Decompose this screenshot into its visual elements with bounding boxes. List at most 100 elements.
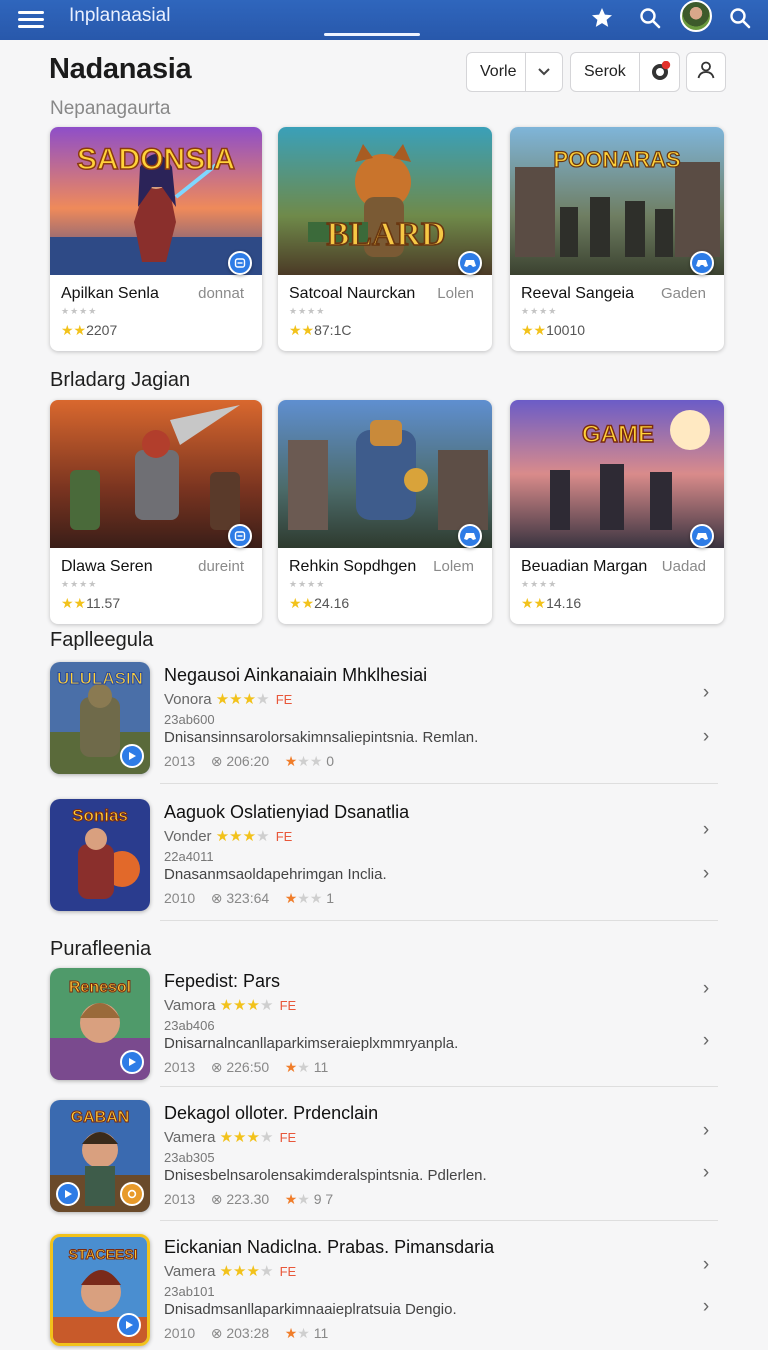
section-title: Faplleegula — [50, 629, 154, 651]
user-avatar[interactable] — [680, 0, 712, 32]
game-artwork — [278, 400, 492, 548]
star-empty: ★ — [259, 1263, 274, 1280]
rating-number: 0 — [326, 753, 335, 769]
list-item[interactable]: Renesol Fepedist: Pars Vamora ★★★★ FE 23… — [50, 968, 718, 1084]
chevron-right-icon[interactable]: › — [698, 1030, 714, 1052]
game-card[interactable]: Rehkin Sopdhgen Lolem ★★★★ ★★24.16 — [278, 400, 492, 624]
sort-control[interactable]: Serok — [570, 52, 680, 92]
card-title: Rehkin Sopdhgen — [289, 558, 417, 575]
chevron-right-icon[interactable]: › — [698, 1162, 714, 1184]
play-icon[interactable] — [56, 1182, 80, 1206]
chevron-right-icon[interactable]: › — [698, 682, 714, 704]
rating-count: 2207 — [86, 322, 118, 338]
clock-icon: ⊗ — [210, 890, 223, 906]
controller-icon — [458, 524, 482, 548]
rating-star: ★ — [284, 890, 298, 906]
section-title: Purafleenia — [50, 938, 152, 960]
controller-icon — [690, 524, 714, 548]
category-dropdown[interactable]: Vorle — [466, 52, 563, 92]
game-card[interactable]: POONARAS Reeval Sangeia Gaden ★★★★ ★★100… — [510, 127, 724, 351]
item-description: Dnisansinnsarolorsakimnsaliepintsnia. Re… — [164, 729, 479, 746]
meta-label: Vonder — [164, 828, 212, 845]
meta-label: Vamera — [164, 1129, 216, 1146]
page-subtitle: Nepanagaurta — [50, 98, 171, 119]
thumbnail-text: Renesol — [69, 979, 131, 996]
hamburger-menu-icon[interactable] — [18, 8, 44, 32]
rating-stars: ★★ — [289, 595, 315, 611]
list-item[interactable]: STACEESI Eickanian Nadiclna. Prabas. Pim… — [50, 1234, 718, 1350]
gear-icon[interactable] — [120, 1182, 144, 1206]
star-rating: ★★★ — [219, 1263, 260, 1280]
item-code: 22a4011 — [164, 849, 214, 864]
search-icon[interactable] — [725, 3, 755, 33]
item-meta: Vonora ★★★★ FE — [164, 690, 292, 708]
artwork-text: POONARAS — [553, 147, 680, 172]
item-description: Dnisesbelnsarolensakimderalspintsnia. Pd… — [164, 1167, 487, 1184]
list-item[interactable]: GABAN Dekagol olloter. Prdenclain Vamera… — [50, 1100, 718, 1216]
item-description: Dnisarnalncanllaparkimseraieplxmmryanpla… — [164, 1035, 459, 1052]
search-icon[interactable] — [635, 3, 665, 33]
chevron-right-icon[interactable]: › — [698, 1296, 714, 1318]
divider — [160, 1220, 718, 1221]
thumbnail-text: GABAN — [71, 1109, 130, 1126]
play-icon[interactable] — [120, 1050, 144, 1074]
rating-stars: ★★ — [61, 595, 87, 611]
chevron-right-icon[interactable]: › — [698, 726, 714, 748]
divider — [160, 920, 718, 921]
chevron-right-icon[interactable]: › — [698, 819, 714, 841]
card-tag: donnat — [198, 285, 244, 302]
thumbnail-text: Sonias — [72, 806, 128, 825]
game-thumbnail: STACEESI — [50, 1234, 150, 1346]
fe-badge: FE — [279, 1264, 297, 1279]
card-tag: Lolen — [437, 285, 474, 302]
item-footer: 2010 ⊗ 203:28 ★★ 11 — [164, 1325, 328, 1342]
card-title: Dlawa Seren — [61, 558, 153, 575]
drag-handle — [324, 33, 420, 36]
rating-number: 1 — [326, 890, 335, 906]
game-thumbnail: ULULASIN — [50, 662, 150, 774]
rating-stars: ★★ — [289, 322, 315, 338]
game-artwork: GAME — [510, 400, 724, 548]
meta-label: Vonora — [164, 691, 212, 708]
item-footer: 2013 ⊗ 223.30 ★★ 9 7 — [164, 1191, 333, 1208]
card-title: Apilkan Senla — [61, 285, 159, 302]
chevron-right-icon[interactable]: › — [698, 978, 714, 1000]
item-year: 2013 — [164, 1059, 196, 1075]
item-time: 323:64 — [226, 890, 270, 906]
card-tag: dureint — [198, 558, 244, 575]
star-rating: ★★★ — [215, 828, 257, 845]
game-card[interactable]: SADONSIA Apilkan Senla donnat ★★★★ ★★220… — [50, 127, 262, 351]
star-icon[interactable] — [587, 3, 617, 33]
game-artwork: POONARAS — [510, 127, 724, 275]
play-icon[interactable] — [117, 1313, 141, 1337]
item-title: Negausoi Ainkanaiain Mhklhesiai — [164, 665, 428, 685]
item-year: 2013 — [164, 753, 196, 769]
chevron-right-icon[interactable]: › — [698, 863, 714, 885]
list-item[interactable]: ULULASIN Negausoi Ainkanaiain Mhklhesiai… — [50, 662, 718, 778]
page-title: Nadanasia — [49, 53, 192, 85]
play-icon[interactable] — [120, 744, 144, 768]
list-item[interactable]: Sonias Aaguok Oslatienyiad Dsanatlia Von… — [50, 799, 718, 915]
profile-button[interactable] — [686, 52, 726, 92]
game-card[interactable]: GAME Beuadian Margan Uadad ★★★★ ★★14.16 — [510, 400, 724, 624]
game-thumbnail: Sonias — [50, 799, 150, 911]
chevron-right-icon[interactable]: › — [698, 1254, 714, 1276]
item-title: Fepedist: Pars — [164, 971, 281, 991]
rating-star: ★ — [284, 1191, 298, 1207]
chevron-right-icon[interactable]: › — [698, 1120, 714, 1142]
game-card[interactable]: BLARD Satcoal Naurckan Lolen ★★★★ ★★87:1… — [278, 127, 492, 351]
game-card[interactable]: Dlawa Seren dureint ★★★★ ★★11.57 — [50, 400, 262, 624]
section-title: Brladarg Jagian — [50, 369, 191, 391]
app-title: Inplanaasial — [69, 5, 171, 26]
game-artwork — [50, 400, 262, 548]
item-code: 23ab406 — [164, 1018, 215, 1033]
card-tag: Gaden — [660, 285, 706, 302]
star-rating: ★★★ — [219, 1129, 260, 1146]
clock-icon: ⊗ — [210, 1325, 223, 1341]
rating-stars: ★★ — [61, 322, 87, 338]
item-time: 203:28 — [226, 1325, 270, 1341]
item-footer: 2013 ⊗ 206:20 ★★★ 0 — [164, 753, 334, 770]
item-time: 206:20 — [226, 753, 270, 769]
mini-rating-icon: ★★★★ — [289, 579, 326, 589]
notification-icon[interactable] — [640, 61, 679, 83]
